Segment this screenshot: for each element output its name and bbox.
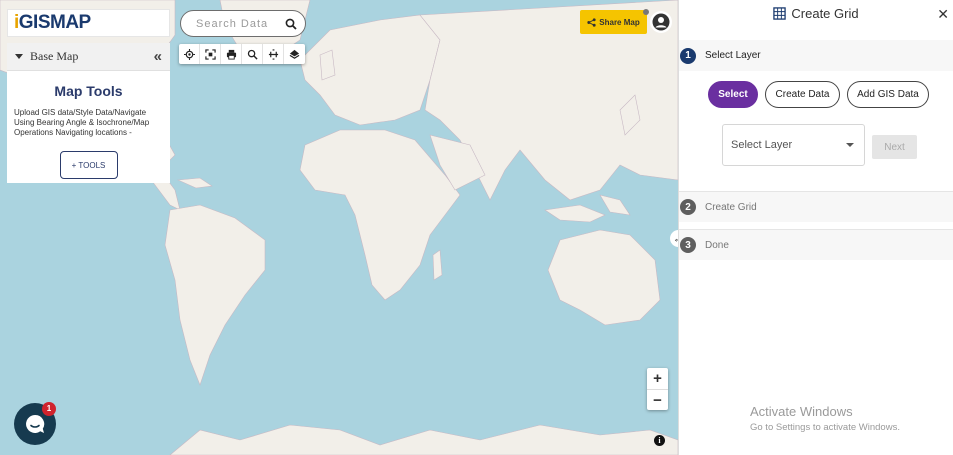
close-icon[interactable]: ✕: [937, 6, 949, 23]
info-icon[interactable]: i: [654, 435, 665, 446]
panel-title: Create Grid: [791, 6, 859, 21]
grid-icon: [773, 7, 787, 20]
search-input[interactable]: [196, 17, 284, 30]
step-select-layer[interactable]: 1 Select Layer: [679, 40, 953, 71]
search-bar[interactable]: [180, 10, 306, 37]
activate-windows-watermark: Activate Windows Go to Settings to activ…: [750, 404, 900, 433]
base-map-label: Base Map: [30, 49, 79, 63]
map-toolbar: [179, 44, 305, 64]
logo-text: GISMAP: [18, 12, 91, 33]
share-map-button[interactable]: Share Map: [580, 10, 647, 34]
search-icon[interactable]: [285, 18, 297, 30]
chat-icon: [26, 414, 45, 433]
step-number: 2: [680, 199, 696, 215]
add-tools-button[interactable]: + TOOLS: [59, 151, 118, 179]
collapse-icon[interactable]: «: [154, 48, 162, 65]
caret-down-icon: [15, 54, 23, 59]
step-label: Select Layer: [705, 50, 761, 61]
account-icon[interactable]: [650, 11, 672, 33]
step-done[interactable]: 3 Done: [679, 229, 953, 260]
layers-icon[interactable]: [284, 44, 305, 64]
select-layer-dropdown[interactable]: Select Layer: [722, 124, 865, 166]
step-create-grid[interactable]: 2 Create Grid: [679, 191, 953, 222]
create-grid-panel: Create Grid ✕ 1 Select Layer Select Crea…: [678, 0, 953, 455]
base-map-toggle[interactable]: Base Map «: [7, 43, 170, 71]
dropdown-caret-icon: [846, 143, 854, 147]
add-gis-data-button[interactable]: Add GIS Data: [847, 81, 929, 108]
next-button[interactable]: Next: [872, 135, 917, 159]
watermark-line-2: Go to Settings to activate Windows.: [750, 422, 900, 433]
step-label: Done: [705, 239, 729, 251]
step-number: 1: [680, 47, 696, 64]
notification-dot: [643, 9, 649, 15]
step-label: Create Grid: [705, 201, 757, 213]
zoom-control: + −: [647, 368, 668, 410]
chat-badge: 1: [42, 402, 56, 416]
create-data-button[interactable]: Create Data: [765, 81, 840, 108]
select-button[interactable]: Select: [708, 81, 758, 108]
locate-icon[interactable]: [179, 44, 200, 64]
zoom-in-button[interactable]: +: [647, 368, 668, 389]
panel-header: Create Grid ✕: [679, 0, 953, 27]
fullscreen-icon[interactable]: [200, 44, 221, 64]
share-icon: [587, 17, 596, 27]
select-layer-value: Select Layer: [731, 139, 793, 151]
step-number: 3: [680, 237, 696, 253]
watermark-line-1: Activate Windows: [750, 404, 853, 419]
layer-source-buttons: Select Create Data Add GIS Data: [708, 81, 936, 108]
zoom-out-button[interactable]: −: [647, 389, 668, 410]
map-tools-description: Upload GIS data/Style Data/Navigate Usin…: [14, 108, 150, 137]
map-tools-title: Map Tools: [54, 83, 123, 99]
share-map-label: Share Map: [599, 17, 640, 27]
gismap-logo[interactable]: iGISMAP: [7, 9, 170, 37]
map-canvas[interactable]: iGISMAP Base Map « Map T: [0, 0, 678, 455]
print-icon[interactable]: [221, 44, 242, 64]
zoom-search-icon[interactable]: [242, 44, 263, 64]
map-tools-card: Map Tools Upload GIS data/Style Data/Nav…: [7, 71, 170, 183]
measure-icon[interactable]: [263, 44, 284, 64]
